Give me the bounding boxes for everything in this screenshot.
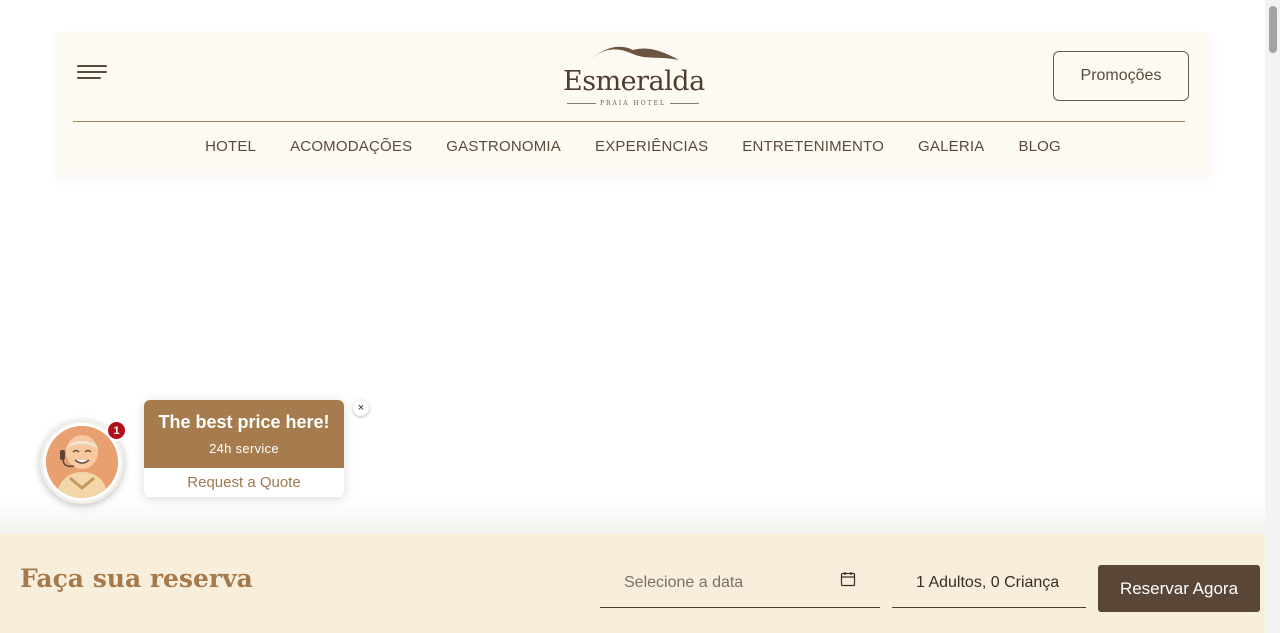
booking-title: Faça sua reserva [20, 564, 253, 593]
nav-item-galeria[interactable]: GALERIA [918, 138, 984, 155]
request-quote-link[interactable]: Request a Quote [144, 468, 344, 497]
close-icon[interactable]: × [353, 400, 369, 416]
booking-shadow [0, 500, 1265, 534]
nav-item-experiencias[interactable]: EXPERIÊNCIAS [595, 138, 708, 155]
main-nav: HOTEL ACOMODAÇÕES GASTRONOMIA EXPERIÊNCI… [55, 138, 1211, 155]
booking-bar: Faça sua reserva Selecione a data 1 Adul… [0, 534, 1265, 633]
promocoes-button[interactable]: Promoções [1053, 51, 1189, 101]
chat-card-header: The best price here! 24h service [144, 400, 344, 468]
nav-item-entretenimento[interactable]: ENTRETENIMENTO [742, 138, 884, 155]
logo-subtitle-row: PRAIA HOTEL [567, 100, 700, 107]
chat-title: The best price here! [158, 412, 330, 432]
nav-item-gastronomia[interactable]: GASTRONOMIA [446, 138, 561, 155]
date-placeholder: Selecione a data [624, 574, 744, 591]
nav-item-blog[interactable]: BLOG [1018, 138, 1060, 155]
chat-promo-card[interactable]: The best price here! 24h service Request… [144, 400, 344, 497]
nav-item-acomodacoes[interactable]: ACOMODAÇÕES [290, 138, 412, 155]
page-scrollbar[interactable] [1265, 0, 1280, 633]
scrollbar-thumb[interactable] [1269, 6, 1277, 53]
reserve-now-button[interactable]: Reservar Agora [1098, 565, 1260, 612]
guests-value: 1 Adultos, 0 Criança [916, 574, 1060, 591]
logo-wordmark: Esmeralda [563, 66, 705, 97]
hotel-logo[interactable]: Esmeralda PRAIA HOTEL [563, 44, 705, 108]
header-divider [73, 121, 1185, 122]
guests-selector[interactable]: 1 Adultos, 0 Criança [892, 568, 1086, 608]
calendar-icon [840, 571, 856, 592]
logo-subtitle: PRAIA HOTEL [600, 100, 667, 107]
logo-wave-icon [587, 46, 679, 62]
notification-badge: 1 [106, 420, 127, 441]
menu-icon[interactable] [77, 65, 109, 83]
nav-item-hotel[interactable]: HOTEL [205, 138, 256, 155]
date-picker-field[interactable]: Selecione a data [600, 568, 880, 608]
chat-subtitle: 24h service [209, 441, 279, 456]
site-header: Esmeralda PRAIA HOTEL Promoções HOTEL AC… [55, 32, 1211, 175]
